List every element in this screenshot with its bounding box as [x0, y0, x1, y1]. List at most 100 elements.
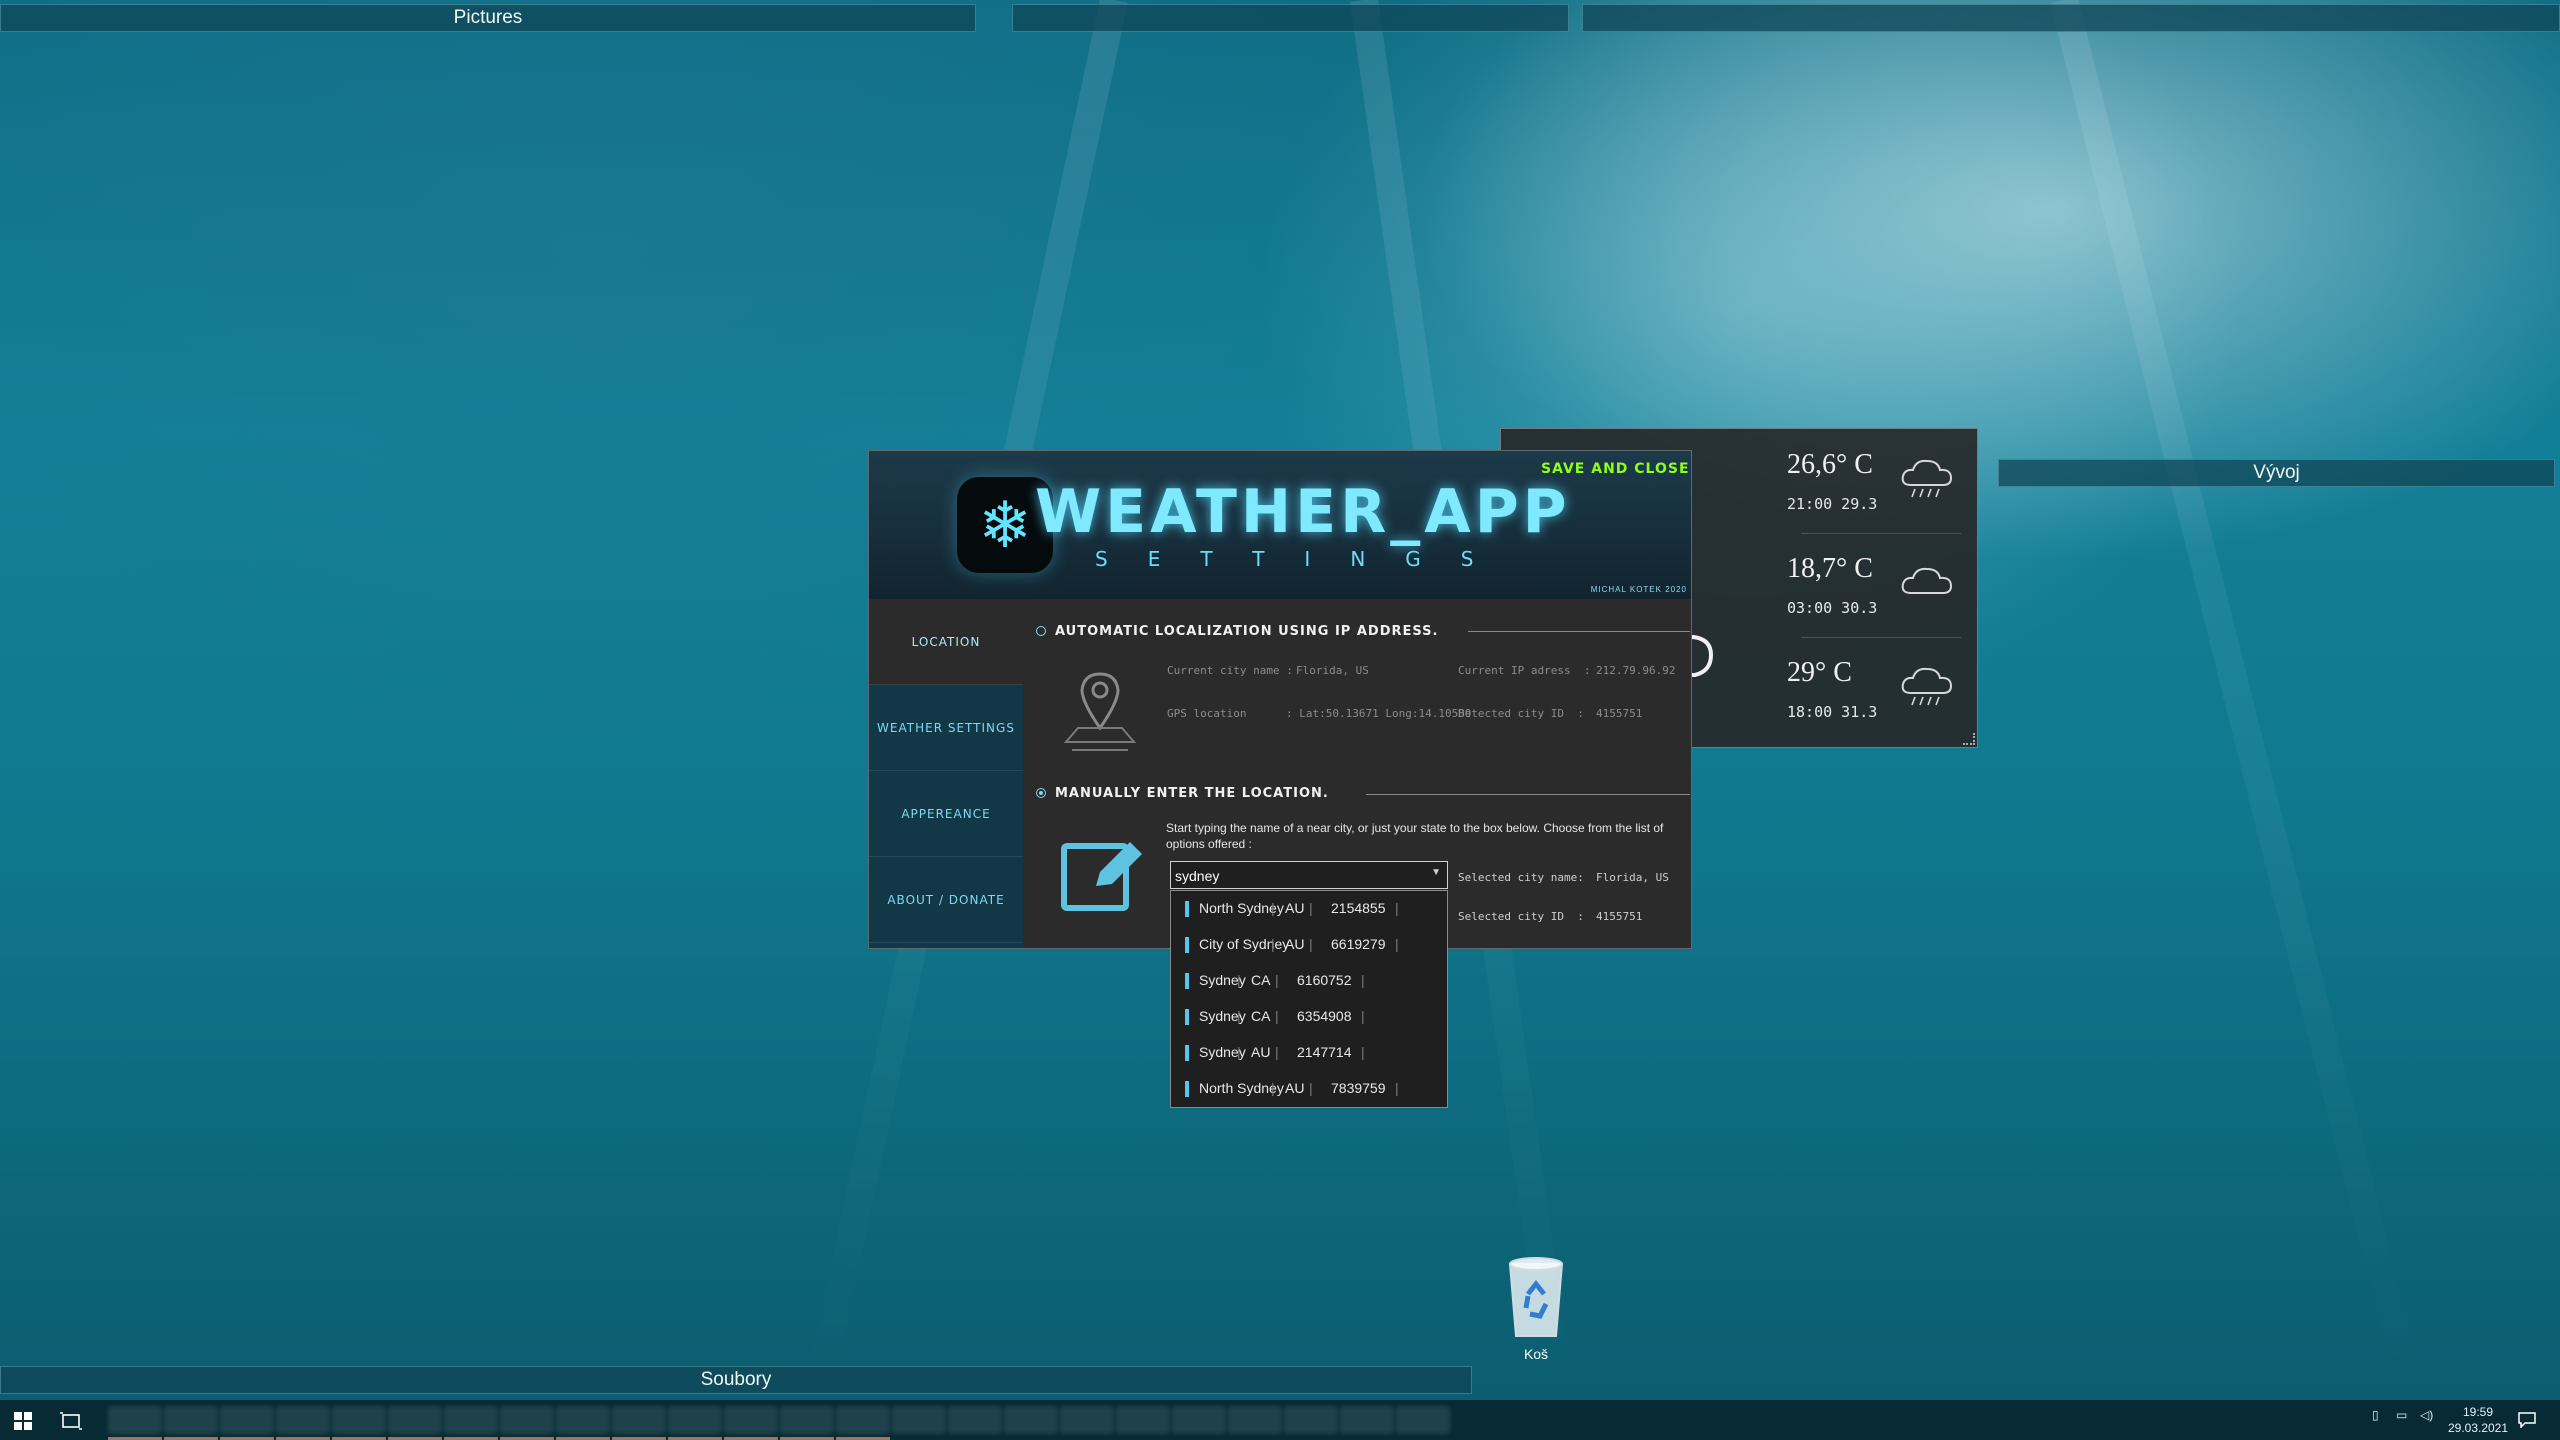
recycle-bin-label: Koš: [1523, 1346, 1549, 1362]
chevron-down-icon[interactable]: ▼: [1431, 867, 1441, 878]
option-separator: |: [1395, 936, 1399, 952]
option-country: CA: [1251, 1008, 1271, 1024]
option-separator: |: [1361, 1008, 1365, 1024]
option-separator: |: [1275, 1008, 1279, 1024]
option-separator: |: [1309, 936, 1313, 952]
forecast-time: 03:00 30.3: [1787, 599, 1878, 617]
nav-location[interactable]: LOCATION: [869, 599, 1023, 685]
option-city: City of Sydney: [1199, 936, 1290, 952]
option-marker: [1185, 1009, 1189, 1025]
network-icon[interactable]: ▭: [2396, 1408, 2407, 1422]
option-separator: |: [1271, 936, 1275, 952]
nav-about-donate[interactable]: ABOUT / DONATE: [869, 857, 1023, 943]
option-country: AU: [1285, 900, 1305, 916]
option-separator: |: [1395, 900, 1399, 916]
desktop-panel-header[interactable]: [1582, 4, 2560, 32]
vyvoj-panel-header[interactable]: Vývoj: [1998, 459, 2555, 487]
manual-location-radio[interactable]: [1036, 788, 1046, 798]
taskbar-app-icon[interactable]: [1116, 1406, 1170, 1434]
taskbar-app-icon[interactable]: [1228, 1406, 1282, 1434]
desktop-panel-header[interactable]: [1012, 4, 1569, 32]
option-separator: |: [1271, 1080, 1275, 1096]
task-view-icon[interactable]: [60, 1411, 82, 1431]
option-separator: |: [1237, 1044, 1241, 1060]
option-id: 7839759: [1331, 1080, 1386, 1096]
notifications-icon[interactable]: [2518, 1412, 2536, 1428]
start-windows-icon[interactable]: [14, 1412, 32, 1430]
clock-date: 29.03.2021: [2447, 1421, 2509, 1435]
city-option[interactable]: North Sydney | AU | 7839759 |: [1171, 1071, 1447, 1107]
edit-icon: [1061, 842, 1142, 911]
clock-time: 19:59: [2462, 1405, 2494, 1419]
option-separator: |: [1361, 1044, 1365, 1060]
cloud-icon: [1901, 567, 1953, 594]
city-option[interactable]: North Sydney | AU | 2154855 |: [1171, 891, 1447, 927]
soubory-panel-header[interactable]: Soubory: [0, 1366, 1472, 1394]
settings-sidebar: LOCATION WEATHER SETTINGS APPEREANCE ABO…: [869, 599, 1023, 948]
rain-cloud-icon: [1901, 459, 1953, 498]
taskbar-app-icon[interactable]: [612, 1406, 666, 1434]
option-country: CA: [1251, 972, 1271, 988]
taskbar-app-icon[interactable]: [108, 1406, 162, 1434]
resize-grip[interactable]: [1963, 733, 1975, 745]
app-logo-subtitle: SETTINGS: [1095, 547, 1514, 571]
taskbar-app-icon[interactable]: [1396, 1406, 1450, 1434]
option-id: 2154855: [1331, 900, 1386, 916]
taskbar-app-icon[interactable]: [164, 1406, 218, 1434]
option-marker: [1185, 973, 1189, 989]
volume-icon[interactable]: ◁): [2420, 1408, 2433, 1422]
current-ip-value: 212.79.96.92: [1596, 664, 1676, 677]
forecast-time: 18:00 31.3: [1787, 703, 1878, 721]
city-option[interactable]: Sydney | CA | 6354908 |: [1171, 999, 1447, 1035]
current-city-value: Florida, US: [1296, 664, 1369, 677]
selected-city-name-label: Selected city name:: [1458, 871, 1584, 884]
auto-location-radio[interactable]: [1036, 626, 1046, 636]
taskbar-app-icon[interactable]: [836, 1406, 890, 1434]
city-option[interactable]: City of Sydney | AU | 6619279 |: [1171, 927, 1447, 963]
taskbar-app-icon[interactable]: [1060, 1406, 1114, 1434]
taskbar-app-icon[interactable]: [948, 1406, 1002, 1434]
nav-weather-settings[interactable]: WEATHER SETTINGS: [869, 685, 1023, 771]
panel-title: Pictures: [453, 7, 523, 28]
option-id: 6160752: [1297, 972, 1352, 988]
taskbar-app-icon[interactable]: [1340, 1406, 1394, 1434]
taskbar-clock[interactable]: 19:59 29.03.2021: [2440, 1404, 2516, 1436]
usb-icon[interactable]: ▯: [2372, 1408, 2379, 1422]
city-option[interactable]: Sydney | CA | 6160752 |: [1171, 963, 1447, 999]
taskbar-app-icon[interactable]: [220, 1406, 274, 1434]
panel-title: Soubory: [700, 1369, 772, 1390]
taskbar-app-icon[interactable]: [388, 1406, 442, 1434]
taskbar-app-icon[interactable]: [892, 1406, 946, 1434]
taskbar-app-icon[interactable]: [724, 1406, 778, 1434]
taskbar-app-icon[interactable]: [556, 1406, 610, 1434]
taskbar-app-icon[interactable]: [780, 1406, 834, 1434]
option-marker: [1185, 901, 1189, 917]
city-option[interactable]: Sydney | AU | 2147714 |: [1171, 1035, 1447, 1071]
nav-appearance[interactable]: APPEREANCE: [869, 771, 1023, 857]
city-dropdown-list: North Sydney | AU | 2154855 | City of Sydney | A…: [1170, 890, 1448, 1108]
light-ray: [2050, 0, 2426, 1401]
recycle-bin-icon[interactable]: [1500, 1250, 1572, 1340]
city-search-combobox[interactable]: ▼: [1170, 861, 1448, 890]
settings-banner: ❄ WEATHER_APP SETTINGS SAVE AND CLOSE MI…: [869, 451, 1691, 599]
option-separator: |: [1237, 972, 1241, 988]
taskbar-app-icon[interactable]: [444, 1406, 498, 1434]
taskbar-app-icon[interactable]: [500, 1406, 554, 1434]
option-id: 6619279: [1331, 936, 1386, 952]
taskbar-app-icon[interactable]: [1284, 1406, 1338, 1434]
taskbar-app-icon[interactable]: [276, 1406, 330, 1434]
taskbar-app-icon[interactable]: [332, 1406, 386, 1434]
taskbar-app-icon[interactable]: [1172, 1406, 1226, 1434]
gps-value: : Lat:50.13671 Long:14.10589: [1286, 707, 1472, 720]
current-city-label: Current city name :: [1167, 664, 1293, 677]
taskbar: ▯ ▭ ◁) 19:59 29.03.2021: [0, 1400, 2560, 1440]
option-marker: [1185, 1045, 1189, 1061]
pictures-panel-header[interactable]: Pictures: [0, 4, 976, 32]
divider: [1468, 631, 1690, 632]
taskbar-app-icon[interactable]: [668, 1406, 722, 1434]
city-search-input[interactable]: [1171, 862, 1427, 890]
divider: [1366, 794, 1690, 795]
save-and-close-button[interactable]: SAVE AND CLOSE: [1541, 461, 1690, 477]
option-marker: [1185, 1081, 1189, 1097]
taskbar-app-icon[interactable]: [1004, 1406, 1058, 1434]
